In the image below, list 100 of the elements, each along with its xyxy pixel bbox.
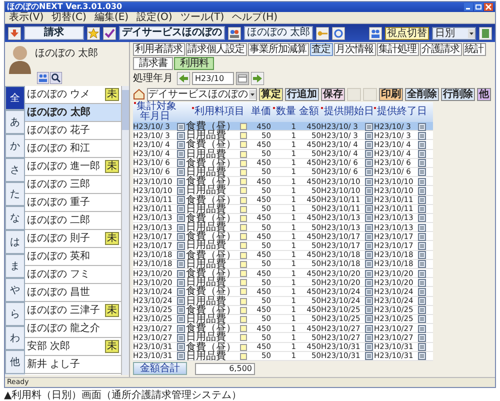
list-icon[interactable] xyxy=(365,178,373,186)
memo-box[interactable] xyxy=(240,279,247,286)
list-icon[interactable] xyxy=(365,260,373,268)
menu-item[interactable]: 設定(O) xyxy=(136,12,172,23)
client-list-item[interactable]: 新井 よし子 xyxy=(25,356,121,374)
list-icon[interactable] xyxy=(177,232,185,241)
left-arrow-icon[interactable] xyxy=(177,72,190,84)
tab[interactable]: 請求個人設定 xyxy=(186,43,246,56)
scrollbar[interactable] xyxy=(121,86,129,375)
list-icon[interactable] xyxy=(418,224,426,232)
people-icon[interactable] xyxy=(369,26,382,40)
memo-box[interactable] xyxy=(240,168,247,176)
list-icon[interactable] xyxy=(365,140,373,149)
index-tab[interactable]: 他 xyxy=(5,350,25,374)
menu-item[interactable]: 切替(C) xyxy=(52,12,86,23)
list-icon[interactable] xyxy=(418,178,426,186)
list-icon[interactable] xyxy=(365,232,373,241)
list-icon[interactable] xyxy=(418,288,426,296)
list-icon[interactable] xyxy=(365,150,373,158)
list-icon[interactable] xyxy=(177,297,185,306)
list-icon[interactable] xyxy=(418,270,426,278)
list-icon[interactable] xyxy=(418,214,426,222)
list-icon[interactable] xyxy=(177,288,185,296)
memo-box[interactable] xyxy=(240,187,247,194)
memo-box[interactable] xyxy=(240,214,247,222)
list-icon[interactable] xyxy=(177,186,185,195)
index-tab[interactable]: さ xyxy=(5,158,25,182)
list-icon[interactable] xyxy=(418,196,426,204)
list-icon[interactable] xyxy=(418,251,426,260)
tab[interactable]: 統計 xyxy=(462,43,486,56)
memo-box[interactable] xyxy=(240,306,247,314)
memo-box[interactable] xyxy=(240,123,247,130)
tab[interactable]: 集計処理 xyxy=(376,43,418,56)
list-icon[interactable] xyxy=(418,306,426,314)
list-icon[interactable] xyxy=(418,343,426,351)
list-icon[interactable] xyxy=(365,334,373,342)
action-button[interactable]: 行追加 xyxy=(285,88,319,100)
list-icon[interactable] xyxy=(418,324,426,333)
list-icon[interactable] xyxy=(365,297,373,306)
star-icon[interactable] xyxy=(87,26,100,40)
memo-box[interactable] xyxy=(240,160,247,167)
tab[interactable]: 月次情報 xyxy=(334,43,376,56)
list-icon[interactable] xyxy=(177,159,185,168)
action-button[interactable]: 他 xyxy=(477,88,491,100)
list-icon[interactable] xyxy=(365,306,373,314)
client-list-item[interactable]: ほのぼの 花子 xyxy=(25,122,121,140)
list-icon[interactable] xyxy=(418,132,426,140)
client-list-item[interactable]: ほのぼの 進一郎 未 xyxy=(25,158,121,176)
client-list-item[interactable]: ほのぼの 二郎 xyxy=(25,212,121,230)
people-icon[interactable] xyxy=(37,72,49,84)
list-icon[interactable] xyxy=(418,278,426,287)
people-icon[interactable] xyxy=(228,26,241,40)
minimize-icon[interactable] xyxy=(464,3,473,11)
action-button[interactable]: 印刷 xyxy=(379,88,403,100)
memo-box[interactable] xyxy=(240,334,247,342)
client-list-item[interactable]: ほのぼの 重子 xyxy=(25,194,121,212)
list-icon[interactable] xyxy=(365,270,373,278)
list-icon[interactable] xyxy=(177,224,185,232)
list-icon[interactable] xyxy=(177,205,185,214)
list-icon[interactable] xyxy=(418,352,426,360)
list-icon[interactable] xyxy=(418,140,426,149)
list-icon[interactable] xyxy=(177,214,185,222)
client-list-item[interactable]: ほのぼの 三津子 未 xyxy=(25,302,121,320)
home-icon[interactable] xyxy=(133,88,145,100)
memo-box[interactable] xyxy=(240,141,247,148)
index-tab[interactable]: あ xyxy=(5,110,25,134)
action-button[interactable]: 保存 xyxy=(321,88,345,100)
list-icon[interactable] xyxy=(365,288,373,296)
view-dropdown[interactable]: 日別 xyxy=(432,26,476,40)
list-icon[interactable] xyxy=(418,315,426,324)
tab[interactable]: 請求書 xyxy=(133,57,173,70)
list-icon[interactable] xyxy=(418,205,426,214)
list-icon[interactable] xyxy=(177,334,185,342)
list-icon[interactable] xyxy=(177,242,185,250)
list-icon[interactable] xyxy=(365,159,373,168)
list-icon[interactable] xyxy=(177,150,185,158)
tab[interactable]: 事業所加減算 xyxy=(248,43,308,56)
list-icon[interactable] xyxy=(418,168,426,176)
memo-box[interactable] xyxy=(240,150,247,158)
right-arrow-icon[interactable] xyxy=(251,72,264,84)
index-tab[interactable]: は xyxy=(5,230,25,254)
memo-box[interactable] xyxy=(240,352,247,360)
client-list-item[interactable]: ほのぼの 英和 xyxy=(25,248,121,266)
tab[interactable]: 利用者請求 xyxy=(133,43,184,56)
list-icon[interactable] xyxy=(418,260,426,268)
list-icon[interactable] xyxy=(365,324,373,333)
list-icon[interactable] xyxy=(365,343,373,351)
list-icon[interactable] xyxy=(177,306,185,314)
tab[interactable]: 利用料 xyxy=(174,57,214,70)
list-icon[interactable] xyxy=(365,196,373,204)
close-icon[interactable] xyxy=(484,3,493,11)
list-icon[interactable] xyxy=(418,122,426,130)
action-button[interactable]: 算定 xyxy=(259,88,283,100)
menu-item[interactable]: 編集(E) xyxy=(94,12,129,23)
client-list-item[interactable]: ほのぼの 和江 xyxy=(25,140,121,158)
office-dropdown[interactable]: デイサービスほのぼの xyxy=(147,88,257,100)
list-icon[interactable] xyxy=(177,132,185,140)
memo-box[interactable] xyxy=(240,316,247,323)
index-tab[interactable]: か xyxy=(5,134,25,158)
list-icon[interactable] xyxy=(365,278,373,287)
